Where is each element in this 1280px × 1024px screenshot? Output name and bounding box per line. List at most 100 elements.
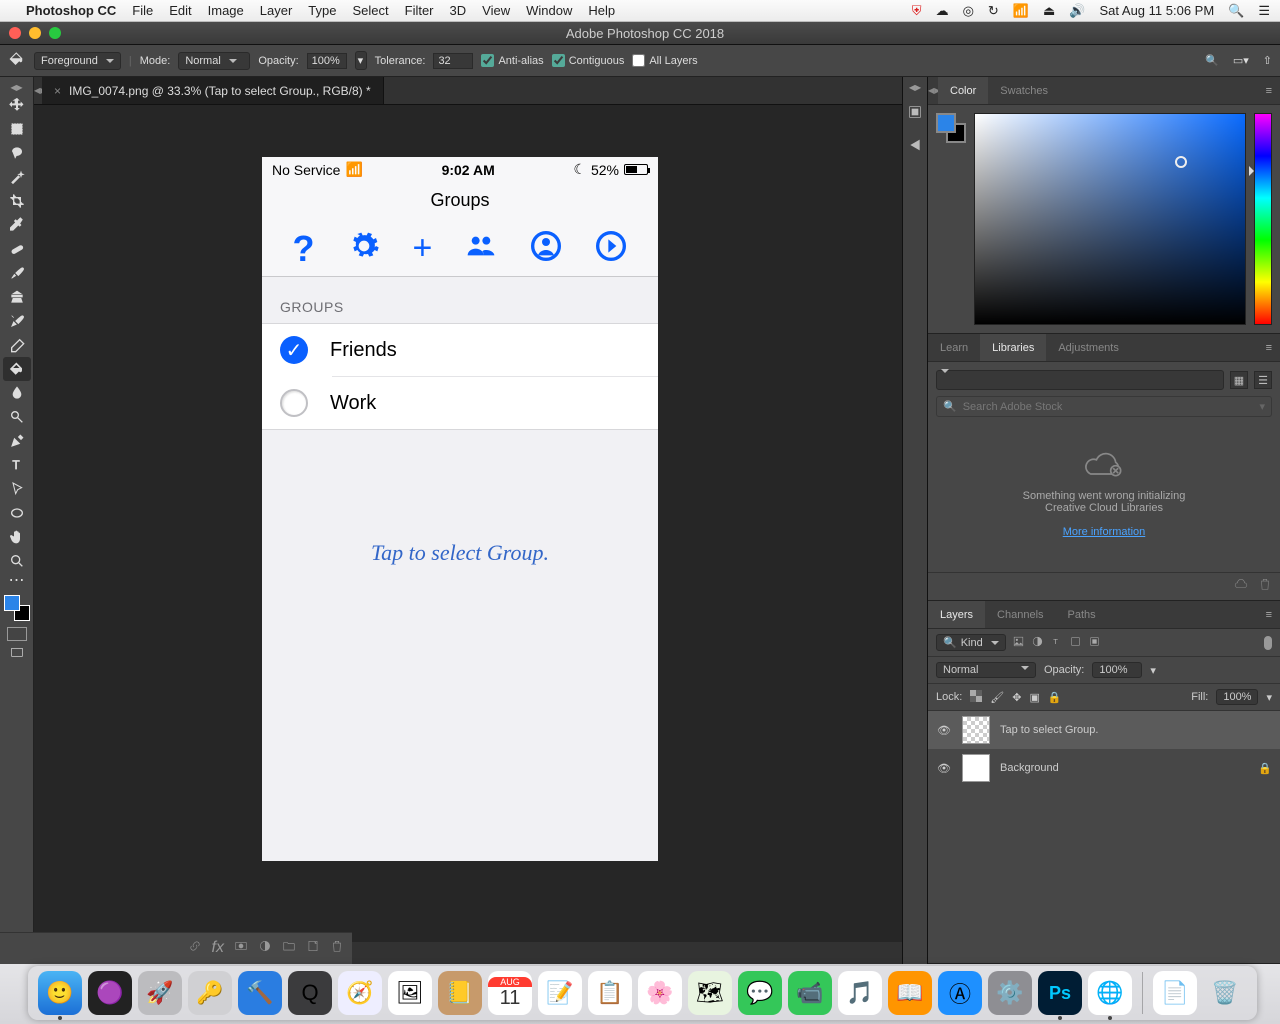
- menu-file[interactable]: File: [132, 3, 153, 18]
- volume-icon[interactable]: 🔊: [1069, 3, 1085, 19]
- history-brush-tool[interactable]: [3, 309, 31, 333]
- delete-layer-icon[interactable]: [330, 939, 344, 958]
- mcafee-icon[interactable]: ⛨: [912, 3, 922, 19]
- menu-3d[interactable]: 3D: [450, 3, 467, 18]
- learn-tab[interactable]: Learn: [928, 334, 980, 361]
- siri-app[interactable]: 🟣: [88, 971, 132, 1015]
- itunes-app[interactable]: 🎵: [838, 971, 882, 1015]
- opacity-flyout[interactable]: ▾: [355, 51, 367, 70]
- menu-view[interactable]: View: [482, 3, 510, 18]
- menu-filter[interactable]: Filter: [405, 3, 434, 18]
- clock[interactable]: Sat Aug 11 5:06 PM: [1099, 3, 1214, 18]
- lasso-tool[interactable]: [3, 141, 31, 165]
- swatches-tab[interactable]: Swatches: [988, 77, 1060, 104]
- workspace-icon[interactable]: ▭▾: [1233, 54, 1249, 67]
- chrome-app[interactable]: 🌐: [1088, 971, 1132, 1015]
- trash[interactable]: 🗑️: [1203, 971, 1247, 1015]
- lock-artboard-icon[interactable]: ▣: [1029, 691, 1039, 704]
- photoshop-app[interactable]: Ps: [1038, 971, 1082, 1015]
- ibooks-app[interactable]: 📖: [888, 971, 932, 1015]
- layer-fill-input[interactable]: 100%: [1216, 689, 1258, 705]
- search-icon[interactable]: 🔍: [1205, 54, 1219, 67]
- calendar-app[interactable]: AUG11: [488, 971, 532, 1015]
- contacts-app[interactable]: 📒: [438, 971, 482, 1015]
- finder-app[interactable]: 🙂: [38, 971, 82, 1015]
- layer-opacity-input[interactable]: 100%: [1092, 662, 1142, 678]
- filter-adjust-icon[interactable]: [1031, 635, 1044, 651]
- group-icon[interactable]: [282, 939, 296, 958]
- layer-name[interactable]: Tap to select Group.: [1000, 724, 1098, 736]
- quickmask-toggle[interactable]: [7, 627, 27, 641]
- cloud-icon[interactable]: ☁: [936, 3, 949, 19]
- history-panel-icon[interactable]: [907, 104, 923, 125]
- menu-layer[interactable]: Layer: [260, 3, 293, 18]
- path-selection-tool[interactable]: [3, 477, 31, 501]
- filter-shape-icon[interactable]: [1069, 635, 1082, 651]
- opacity-input[interactable]: 100%: [307, 53, 347, 69]
- eyedropper-tool[interactable]: [3, 213, 31, 237]
- share-icon[interactable]: ⇧: [1263, 54, 1272, 67]
- brush-tool[interactable]: [3, 261, 31, 285]
- shape-tool[interactable]: [3, 501, 31, 525]
- channels-tab[interactable]: Channels: [985, 601, 1055, 628]
- visibility-icon[interactable]: 👁: [936, 724, 952, 737]
- layer-filter-kind[interactable]: 🔍Kind: [936, 634, 1006, 651]
- blur-tool[interactable]: [3, 381, 31, 405]
- cc-icon[interactable]: ◎: [963, 3, 974, 19]
- filter-toggle[interactable]: [1264, 636, 1272, 650]
- close-tab-icon[interactable]: ×: [54, 84, 61, 98]
- visibility-icon[interactable]: 👁: [936, 762, 952, 775]
- layer-name[interactable]: Background: [1000, 762, 1059, 774]
- lock-pixels-icon[interactable]: [970, 690, 982, 705]
- messages-app[interactable]: 💬: [738, 971, 782, 1015]
- cloud-sync-icon[interactable]: [1234, 577, 1248, 596]
- filter-smart-icon[interactable]: [1088, 635, 1101, 651]
- facetime-app[interactable]: 📹: [788, 971, 832, 1015]
- antialias-checkbox[interactable]: Anti-alias: [481, 54, 543, 67]
- color-tab[interactable]: Color: [938, 77, 988, 104]
- lock-position-icon[interactable]: ✥: [1012, 691, 1021, 704]
- tolerance-input[interactable]: 32: [433, 53, 473, 69]
- appstore-app[interactable]: Ⓐ: [938, 971, 982, 1015]
- menu-extras-icon[interactable]: ☰: [1258, 3, 1270, 19]
- blend-mode-select[interactable]: Normal: [178, 52, 250, 70]
- eraser-tool[interactable]: [3, 333, 31, 357]
- menu-type[interactable]: Type: [308, 3, 336, 18]
- all-layers-checkbox[interactable]: All Layers: [632, 54, 697, 67]
- settings-app[interactable]: ⚙️: [988, 971, 1032, 1015]
- properties-panel-icon[interactable]: [907, 137, 923, 158]
- reminders-app[interactable]: 📋: [588, 971, 632, 1015]
- menu-image[interactable]: Image: [208, 3, 244, 18]
- filter-image-icon[interactable]: [1012, 635, 1025, 651]
- xcode-app[interactable]: 🔨: [238, 971, 282, 1015]
- color-field[interactable]: [974, 113, 1246, 325]
- panel-menu-icon[interactable]: ≡: [1258, 85, 1280, 97]
- menu-select[interactable]: Select: [352, 3, 388, 18]
- wifi-icon[interactable]: 📶: [1013, 3, 1029, 19]
- move-tool[interactable]: [3, 93, 31, 117]
- document-stack[interactable]: 📄: [1153, 971, 1197, 1015]
- healing-brush-tool[interactable]: [3, 237, 31, 261]
- quicktime-app[interactable]: Q: [288, 971, 332, 1015]
- timemachine-icon[interactable]: ↻: [988, 3, 999, 19]
- link-layers-icon[interactable]: [188, 939, 202, 958]
- adjustment-layer-icon[interactable]: [258, 939, 272, 958]
- spotlight-icon[interactable]: 🔍: [1228, 3, 1244, 19]
- hue-slider[interactable]: [1254, 113, 1272, 325]
- minimize-window-button[interactable]: [29, 27, 41, 39]
- paint-bucket-tool[interactable]: [3, 357, 31, 381]
- menu-help[interactable]: Help: [588, 3, 615, 18]
- list-view-icon[interactable]: ☰: [1254, 371, 1272, 389]
- panel-expand[interactable]: ◀▶: [909, 83, 921, 92]
- layers-tab[interactable]: Layers: [928, 601, 985, 628]
- edit-toolbar[interactable]: ⋯: [3, 573, 31, 587]
- color-fg-bg[interactable]: [936, 113, 966, 143]
- libraries-tab[interactable]: Libraries: [980, 334, 1046, 361]
- clone-stamp-tool[interactable]: [3, 285, 31, 309]
- library-search[interactable]: 🔍 Search Adobe Stock ▾: [936, 396, 1272, 417]
- mask-icon[interactable]: [234, 939, 248, 958]
- lock-all-icon[interactable]: 🔒: [1048, 691, 1062, 704]
- panel-menu-icon[interactable]: ≡: [1258, 342, 1280, 354]
- marquee-tool[interactable]: [3, 117, 31, 141]
- lock-brush-icon[interactable]: 🖌: [990, 691, 1004, 704]
